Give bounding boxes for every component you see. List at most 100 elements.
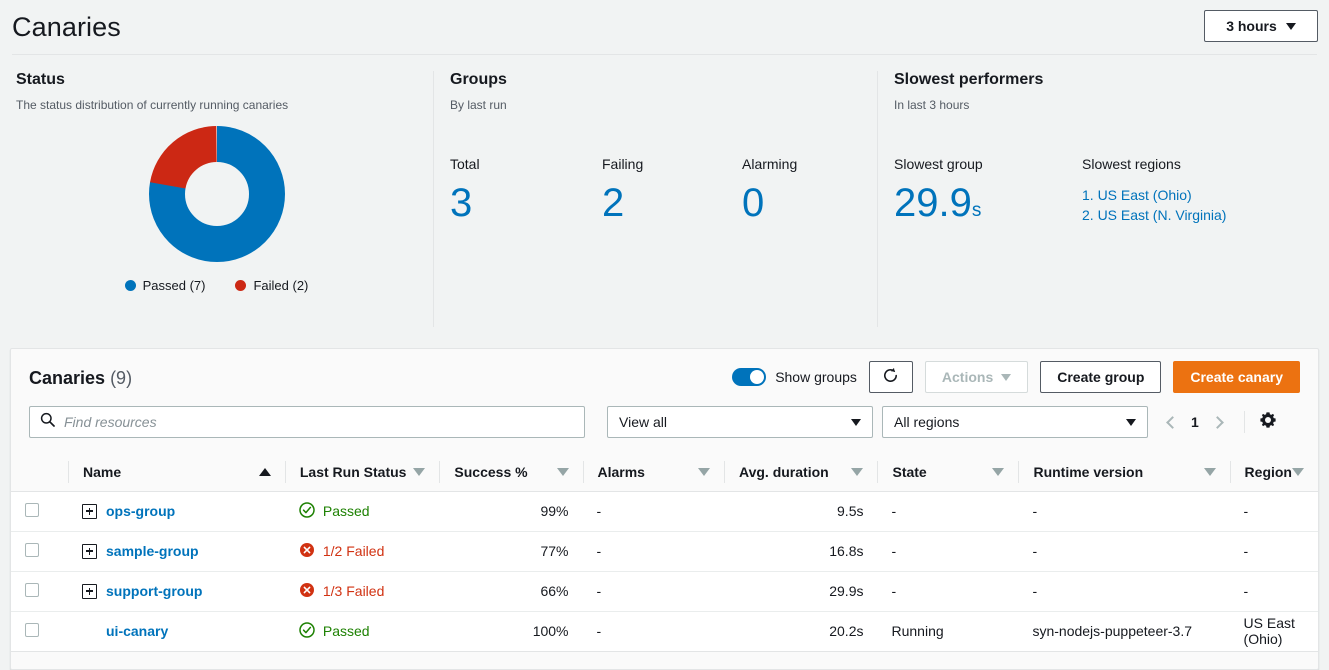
metric-alarming-value[interactable]: 0 xyxy=(742,183,764,223)
show-groups-toggle[interactable]: Show groups xyxy=(732,368,857,386)
row-checkbox[interactable] xyxy=(25,582,39,597)
expand-group-icon[interactable] xyxy=(82,503,97,519)
row-checkbox[interactable] xyxy=(25,542,39,557)
canaries-table-title: Canaries (9) xyxy=(29,368,132,389)
column-header-success-label: Success % xyxy=(454,463,528,480)
legend-item-failed[interactable]: Failed (2) xyxy=(235,278,308,293)
status-failed-icon xyxy=(299,582,315,601)
row-name-cell: sample-group xyxy=(68,531,285,572)
column-header-name[interactable]: Name xyxy=(68,453,285,492)
canaries-table-count: (9) xyxy=(110,368,133,388)
metric-failing-label: Failing xyxy=(602,156,644,172)
row-status-cell: 1/3 Failed xyxy=(284,571,440,612)
sort-ascending-icon xyxy=(258,467,271,476)
column-header-runtime-version-label: Runtime version xyxy=(1033,463,1144,480)
view-filter-select[interactable]: View all xyxy=(607,406,873,438)
next-page-icon[interactable] xyxy=(1210,415,1224,429)
metric-total-label: Total xyxy=(450,156,480,172)
row-name-cell: support-group xyxy=(68,571,285,612)
metric-alarming-label: Alarming xyxy=(742,156,798,172)
toggle-switch[interactable] xyxy=(732,368,767,386)
column-header-runtime-version[interactable]: Runtime version xyxy=(1018,453,1230,492)
row-select-cell[interactable] xyxy=(11,531,68,572)
column-header-last-run-status-label: Last Run Status xyxy=(299,463,407,480)
previous-page-icon[interactable] xyxy=(1166,415,1179,429)
pagination: 1 xyxy=(1166,411,1277,434)
sort-icon xyxy=(1292,467,1304,476)
table-toolbar: Show groups Actions Create group Create … xyxy=(732,361,1300,393)
column-header-last-run-status[interactable]: Last Run Status xyxy=(284,453,440,492)
column-header-state[interactable]: State xyxy=(877,453,1019,492)
chevron-down-icon xyxy=(851,418,861,426)
status-failed-icon xyxy=(299,542,315,561)
row-state-cell: Running xyxy=(877,611,1019,652)
search-input[interactable] xyxy=(64,414,574,430)
slowest-group-value: 29.9s xyxy=(894,183,1082,223)
sort-icon xyxy=(698,467,710,476)
status-panel-subheading: The status distribution of currently run… xyxy=(16,98,289,112)
time-range-selector[interactable]: 3 hours xyxy=(1204,10,1318,42)
performers-panel-subheading: In last 3 hours xyxy=(894,98,970,112)
actions-label: Actions xyxy=(941,369,994,385)
expand-group-icon[interactable] xyxy=(82,583,97,599)
chevron-down-icon xyxy=(1001,373,1012,381)
column-header-avg-duration[interactable]: Avg. duration xyxy=(724,453,878,492)
metric-failing-value[interactable]: 2 xyxy=(602,183,624,223)
row-name-link[interactable]: ops-group xyxy=(106,503,175,519)
row-status-label: Passed xyxy=(322,623,370,639)
slowest-regions-block: Slowest regions 1. US East (Ohio) 2. US … xyxy=(1082,156,1226,226)
row-name-link[interactable]: sample-group xyxy=(106,543,199,559)
gear-icon[interactable] xyxy=(1259,411,1277,434)
column-header-region[interactable]: Region xyxy=(1229,453,1318,492)
actions-dropdown-button[interactable]: Actions xyxy=(924,361,1029,393)
row-status-label: 1/2 Failed xyxy=(322,543,385,559)
row-status-cell: 1/2 Failed xyxy=(284,531,440,572)
region-filter-select[interactable]: All regions xyxy=(882,406,1148,438)
sort-icon xyxy=(992,467,1005,476)
row-duration-cell: 16.8s xyxy=(724,531,878,572)
column-header-name-label: Name xyxy=(83,463,122,480)
legend-item-passed[interactable]: Passed (7) xyxy=(124,278,205,293)
sort-icon xyxy=(556,467,569,476)
donut-legend: Passed (7) Failed (2) xyxy=(124,278,308,293)
table-row[interactable]: support-group 1/3 Failed 66% -29.9s - - - xyxy=(11,571,1318,612)
row-select-cell[interactable] xyxy=(11,491,68,532)
create-group-button[interactable]: Create group xyxy=(1040,361,1162,393)
slowest-region-link-1[interactable]: 1. US East (Ohio) xyxy=(1082,185,1226,205)
row-name-cell: ui-canary xyxy=(68,611,285,652)
chevron-down-icon xyxy=(1285,22,1296,30)
row-checkbox[interactable] xyxy=(25,622,39,637)
row-select-cell[interactable] xyxy=(11,611,68,652)
column-header-select xyxy=(11,453,68,492)
page-number[interactable]: 1 xyxy=(1191,414,1199,430)
row-checkbox[interactable] xyxy=(25,502,39,517)
status-panel: Status The status distribution of curren… xyxy=(0,71,433,327)
row-select-cell[interactable] xyxy=(11,571,68,612)
page-title: Canaries xyxy=(12,11,121,42)
table-row[interactable]: sample-group 1/2 Failed 77% -16.8s - - - xyxy=(11,531,1318,572)
row-name-link[interactable]: ui-canary xyxy=(106,623,168,639)
row-state-cell: - xyxy=(877,531,1019,572)
row-name-link[interactable]: support-group xyxy=(106,583,202,599)
table-row[interactable]: ops-group Passed 99% -9.5s - - - xyxy=(11,491,1318,532)
table-row[interactable]: ui-canary Passed 100% -20.2s Running syn-node… xyxy=(11,611,1318,652)
column-header-success[interactable]: Success % xyxy=(439,453,583,492)
metric-total-value[interactable]: 3 xyxy=(450,183,472,223)
create-canary-button[interactable]: Create canary xyxy=(1173,361,1300,393)
column-header-state-label: State xyxy=(892,463,927,480)
groups-panel-subheading: By last run xyxy=(450,98,507,112)
slowest-region-link-2[interactable]: 2. US East (N. Virginia) xyxy=(1082,205,1226,225)
row-runtime-cell: - xyxy=(1018,531,1230,572)
refresh-button[interactable] xyxy=(868,361,913,393)
summary-section: Status The status distribution of curren… xyxy=(0,55,1329,327)
search-box[interactable] xyxy=(29,406,585,438)
column-header-alarms[interactable]: Alarms xyxy=(582,453,724,492)
row-alarms-cell: - xyxy=(582,491,724,532)
table-header-row: Name Last Run Status Success % Alarms Av… xyxy=(11,453,1318,492)
expand-group-icon[interactable] xyxy=(82,543,97,559)
row-duration-cell: 29.9s xyxy=(724,571,878,612)
slowest-group-label: Slowest group xyxy=(894,156,983,172)
column-header-avg-duration-label: Avg. duration xyxy=(739,463,829,480)
column-header-region-label: Region xyxy=(1244,463,1292,480)
row-region-cell: - xyxy=(1229,531,1318,572)
